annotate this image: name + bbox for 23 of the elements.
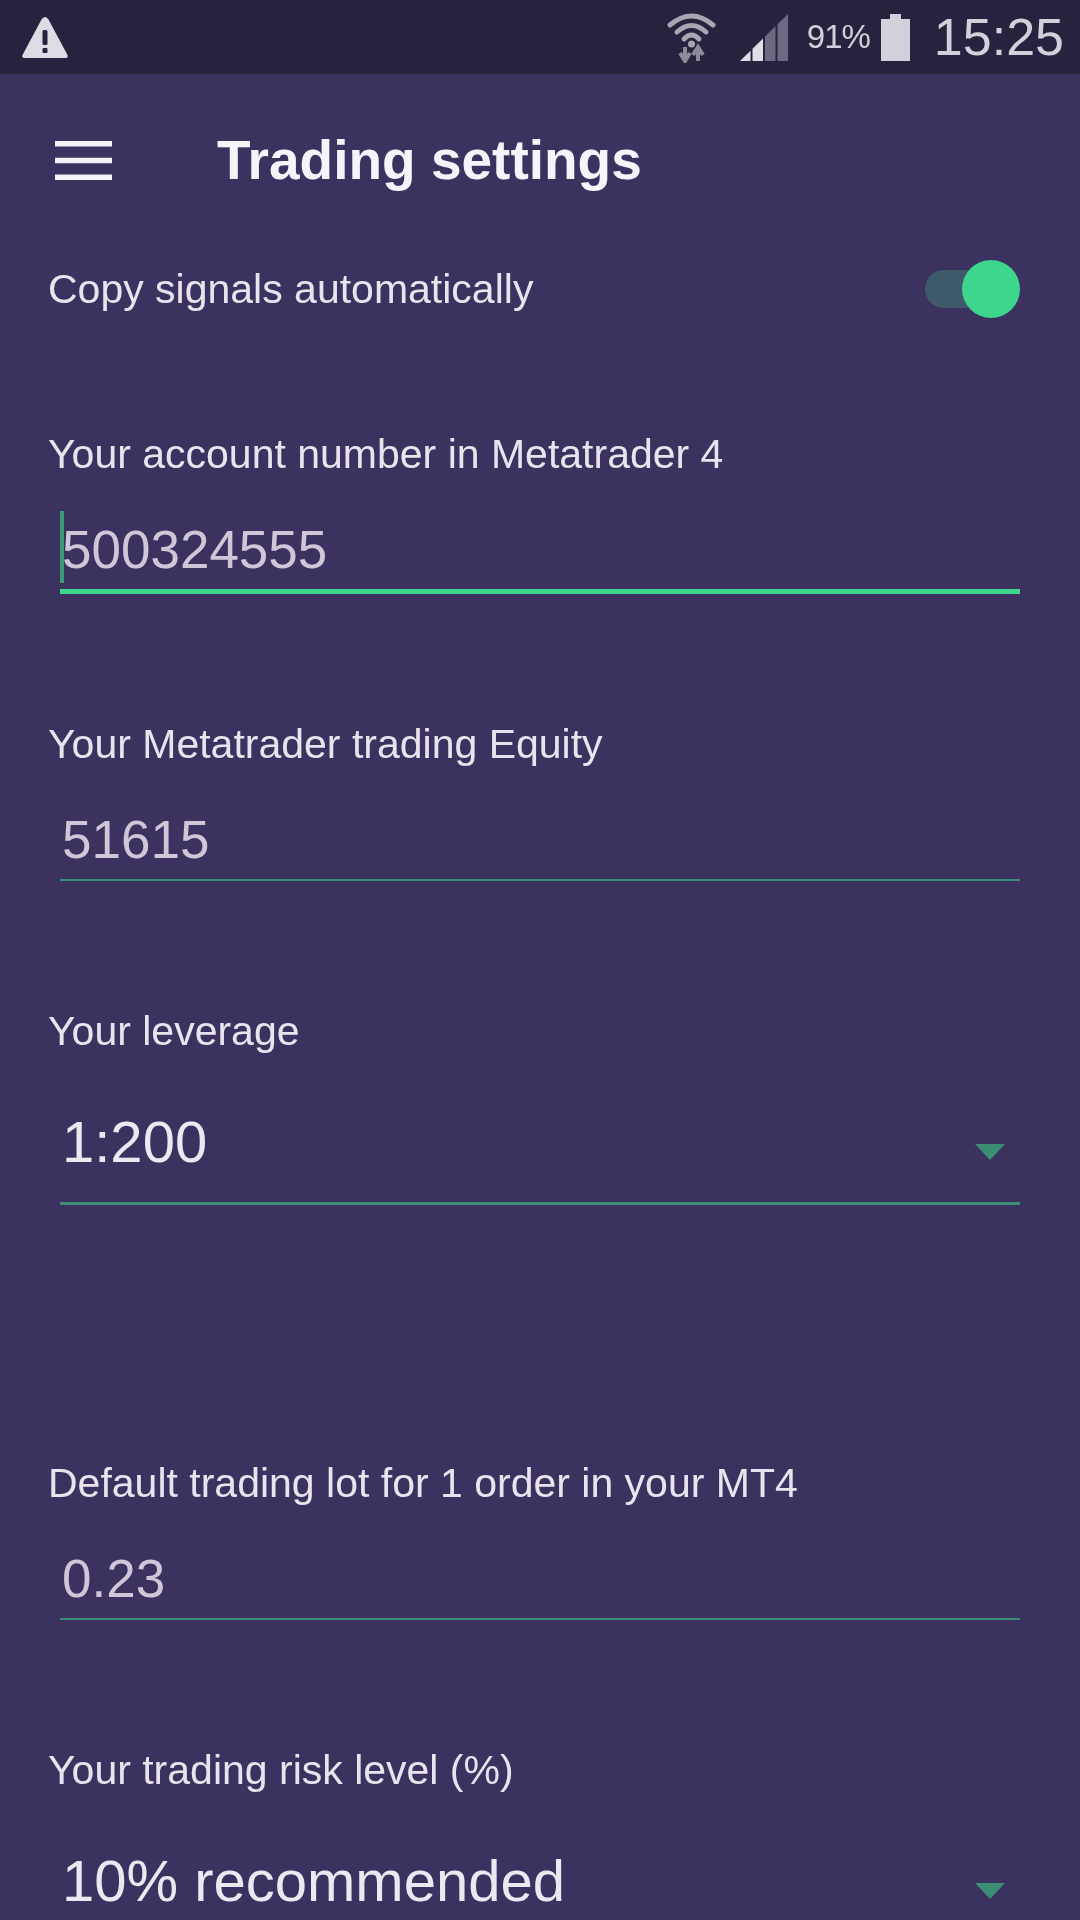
dropdown[interactable]: 1:200 xyxy=(60,1098,1020,1205)
caret-icon xyxy=(975,1144,1005,1160)
toggle-switch[interactable] xyxy=(925,260,1020,318)
field-label: Your leverage xyxy=(48,1007,301,1055)
battery-percent: 91% xyxy=(806,17,870,57)
page-title: Trading settings xyxy=(217,128,642,192)
battery-icon xyxy=(880,13,910,61)
dropdown[interactable]: 10% recommended xyxy=(60,1837,1020,1920)
caret-icon xyxy=(975,1883,1005,1899)
wifi-icon xyxy=(666,11,716,63)
field-label: Default trading lot for 1 order in your MT4 xyxy=(48,1459,799,1507)
field-label: Your account number in Metatrader 4 xyxy=(48,430,725,478)
menu-icon xyxy=(55,140,112,180)
setting-label: Copy signals automatically xyxy=(48,265,534,313)
text-cursor xyxy=(60,511,64,583)
text-field[interactable]: 51615 xyxy=(60,800,1020,881)
field-label: Your Metatrader trading Equity xyxy=(48,720,604,768)
field-label: Your trading risk level (%) xyxy=(48,1746,515,1794)
text-field[interactable]: 0.23 xyxy=(60,1539,1020,1620)
signal-icon xyxy=(739,13,788,61)
warning-icon xyxy=(21,14,69,60)
clock: 15:25 xyxy=(933,7,1064,67)
text-field[interactable]: 500324555 xyxy=(60,510,1020,594)
